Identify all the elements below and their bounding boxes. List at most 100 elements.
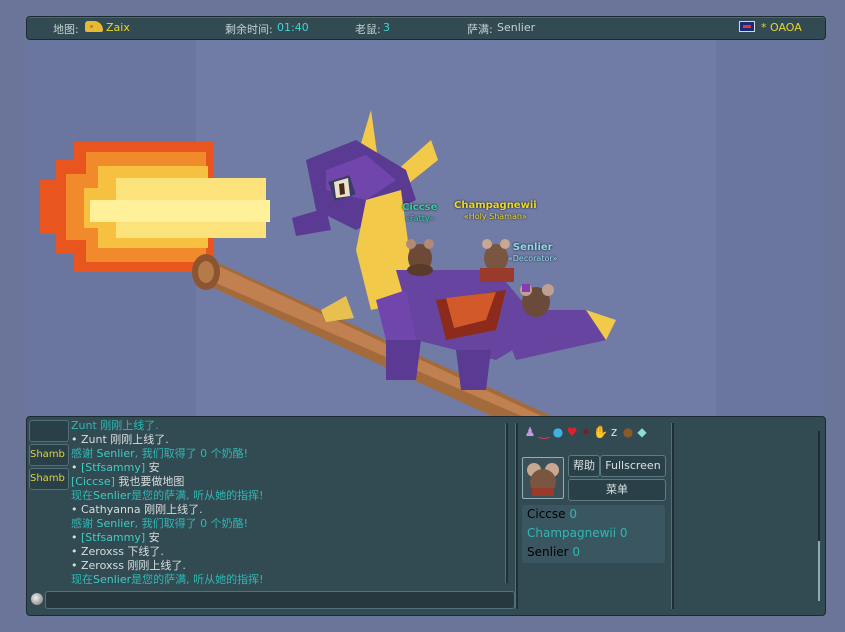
chat-message-part: 安: [145, 461, 160, 474]
player-name: Ciccse: [527, 507, 566, 521]
chat-tab-shaman-1[interactable]: Shamb: [29, 444, 69, 466]
player-row[interactable]: Ciccse 0: [527, 505, 665, 524]
player-score: 0: [572, 545, 581, 559]
chat-message-part: , 我们取得了 0 个奶酪!: [134, 447, 249, 460]
chat-message-part: • Zeroxss 刚刚上线了.: [71, 559, 186, 572]
chat-message: • [Stfsammy] 安: [71, 531, 511, 545]
mice-value: 3: [383, 21, 390, 34]
player-score: 0: [619, 526, 628, 540]
mustache-icon[interactable]: ‿: [537, 425, 551, 439]
time-label: 剩余时间:: [225, 23, 273, 36]
bottom-panel: Shamb Shamb Zunt 刚刚上线了. • Zunt 刚刚上线了. 感谢 S…: [26, 416, 826, 616]
room-value: * OAOA: [761, 21, 802, 34]
shaman-value: Senlier: [497, 21, 536, 34]
chat-tab-main[interactable]: [29, 420, 69, 442]
scroll-thumb[interactable]: [818, 541, 820, 601]
chat-message: 感谢 Senlier, 我们取得了 0 个奶酪!: [71, 517, 511, 531]
chat-message-part: •: [71, 461, 81, 474]
chat-log[interactable]: Zunt 刚刚上线了. • Zunt 刚刚上线了. 感谢 Senlier, 我们取得…: [71, 419, 511, 589]
mouse-name: Champagnewii: [454, 200, 537, 211]
map-label: 地图:: [53, 23, 79, 36]
chat-message-part: 现在: [71, 573, 93, 586]
menu-button[interactable]: 菜单: [568, 479, 666, 501]
player-list: Ciccse 0 Champagnewii 0 Senlier 0: [522, 505, 665, 563]
player-row[interactable]: Champagnewii 0: [527, 524, 665, 543]
mouse-nametag-ciccse[interactable]: Ciccse «Fatty»: [402, 202, 437, 224]
chat-message: 现在Senlier是您的萨满, 听从她的指挥!: [71, 489, 511, 503]
player-name: Senlier: [527, 545, 569, 559]
chat-message-part: , 我们取得了 0 个奶酪!: [134, 517, 249, 530]
chat-message: • Cathyanna 刚刚上线了.: [71, 503, 511, 517]
mouse-nametag-senlier[interactable]: Senlier «Decorator»: [508, 242, 558, 264]
chat-message-part: 我也要做地图: [114, 475, 185, 488]
room-info[interactable]: * OAOA: [739, 21, 802, 34]
mice-label: 老鼠:: [355, 23, 381, 36]
shaman-label: 萨满:: [467, 23, 493, 36]
dragon-art: [292, 110, 616, 390]
chat-message-part: Senlier: [96, 517, 135, 530]
chat-message-part: 安: [145, 531, 160, 544]
avatar[interactable]: [522, 457, 564, 499]
panel-divider: [515, 423, 518, 609]
player-name: Champagnewii: [527, 526, 617, 540]
side-scrollbar[interactable]: [818, 431, 820, 601]
hand-icon[interactable]: ✋: [593, 425, 608, 439]
fullscreen-button[interactable]: Fullscreen: [600, 455, 666, 477]
chat-message: Zunt 刚刚上线了.: [71, 419, 511, 433]
mouse-nametag-champagnewii[interactable]: Champagnewii «Holy Shaman»: [454, 200, 537, 222]
chat-message: • [Stfsammy] 安: [71, 461, 511, 475]
chat-tab-shaman-2[interactable]: Shamb: [29, 468, 69, 490]
chat-message-part: [Ciccse]: [71, 475, 115, 488]
panel-divider: [671, 423, 674, 609]
map-value: Zaix: [106, 21, 130, 34]
chat-message: 感谢 Senlier, 我们取得了 0 个奶酪!: [71, 447, 511, 461]
chat-message: 现在Senlier是您的萨满, 听从她的指挥!: [71, 573, 511, 587]
player-score: 0: [569, 507, 578, 521]
sleep-icon[interactable]: z: [607, 425, 621, 439]
heart-icon[interactable]: ♥: [565, 425, 579, 439]
emote-bar: ♟ ‿ ● ♥ ✶ ✋ z ● ◆: [523, 425, 649, 447]
moustache-icon[interactable]: ●: [621, 425, 635, 439]
chat-message-part: Senlier: [93, 489, 132, 502]
mouse-title: «Holy Shaman»: [463, 212, 527, 221]
chat-message-part: [Stfsammy]: [81, 461, 146, 474]
chat-message: [Ciccse] 我也要做地图: [71, 475, 511, 489]
chat-input[interactable]: [45, 591, 515, 609]
cheese-icon: [85, 21, 103, 32]
dress-icon[interactable]: ♟: [523, 425, 537, 439]
chat-message: • Zeroxss 刚刚上线了.: [71, 559, 511, 573]
chat-message-part: 感谢: [71, 447, 97, 460]
chat-message-part: • Zunt 刚刚上线了.: [71, 433, 169, 446]
mouse-name: Senlier: [512, 242, 553, 253]
chat-message-part: 是您的萨满, 听从她的指挥!: [131, 489, 264, 502]
spider-icon[interactable]: ✶: [579, 425, 593, 439]
chat-message-part: • Cathyanna 刚刚上线了.: [71, 503, 203, 516]
mouse-title: «Decorator»: [508, 254, 558, 263]
time-value: 01:40: [277, 21, 309, 34]
chat-message-part: 感谢: [71, 517, 97, 530]
cheese-art: [321, 296, 354, 322]
chat-message: • Zeroxss 下线了.: [71, 545, 511, 559]
help-button[interactable]: 帮助: [568, 455, 600, 477]
chat-message: • Zunt 刚刚上线了.: [71, 433, 511, 447]
chat-message-part: Senlier: [96, 447, 135, 460]
fire-breath-art: [40, 142, 270, 272]
mouse-name: Ciccse: [402, 202, 438, 213]
mouse-title: «Fatty»: [404, 214, 435, 223]
status-bar: 地图: Zaix 剩余时间: 01:40 老鼠: 3 萨满: Senlier *…: [26, 16, 826, 40]
player-row[interactable]: Senlier 0: [527, 543, 665, 562]
crystal-icon[interactable]: ◆: [635, 425, 649, 439]
chat-message-part: 现在: [71, 489, 93, 502]
map-info: Zaix: [85, 21, 130, 34]
chat-scrollbar[interactable]: [505, 423, 508, 583]
chat-message-part: Zunt 刚刚上线了.: [71, 419, 159, 432]
globe-icon[interactable]: [31, 593, 43, 605]
drop-icon[interactable]: ●: [551, 425, 565, 439]
chat-message-part: Senlier: [93, 573, 132, 586]
flag-icon: [739, 21, 755, 32]
chat-message-part: 是您的萨满, 听从她的指挥!: [131, 573, 264, 586]
chat-message-part: •: [71, 531, 81, 544]
chat-message-part: • Zeroxss 下线了.: [71, 545, 164, 558]
chat-message-part: [Stfsammy]: [81, 531, 146, 544]
game-scene[interactable]: Ciccse «Fatty» Champagnewii «Holy Shaman…: [26, 40, 824, 418]
